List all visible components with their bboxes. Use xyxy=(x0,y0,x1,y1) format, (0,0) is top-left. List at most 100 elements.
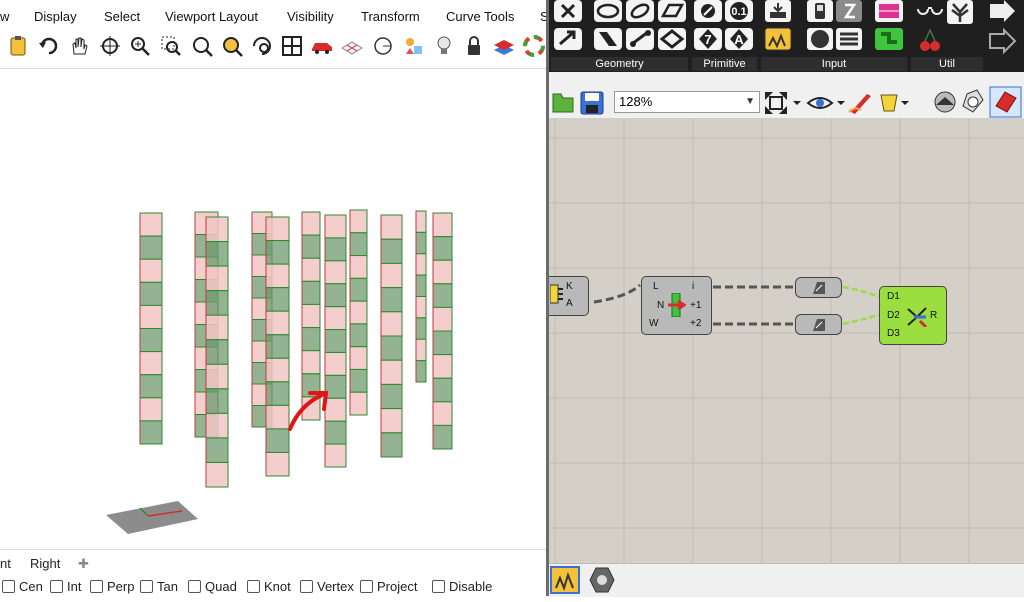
zoom-window-icon[interactable] xyxy=(159,34,183,58)
zoom-selected-icon[interactable] xyxy=(220,34,244,58)
ribbon-group-util[interactable]: Util xyxy=(911,57,983,71)
panel-strip[interactable] xyxy=(301,211,321,421)
panel-strip[interactable] xyxy=(415,210,427,383)
menu-display[interactable]: Display xyxy=(34,9,77,24)
primitive-param-icons[interactable]: 0.1 7 A xyxy=(694,0,753,50)
osnap-checkbox[interactable] xyxy=(90,580,103,593)
osnap-tan[interactable]: Tan xyxy=(140,579,178,594)
panel-strip[interactable] xyxy=(324,214,347,468)
osnap-knot[interactable]: Knot xyxy=(247,579,291,594)
zoom-select[interactable]: 128% ▼ xyxy=(614,91,760,113)
preview-selected-icon[interactable] xyxy=(989,86,1022,118)
component-partial-left[interactable]: K A xyxy=(549,276,589,316)
menu-viewport-layout[interactable]: Viewport Layout xyxy=(165,9,258,24)
osnap-checkbox[interactable] xyxy=(300,580,313,593)
layer-icon[interactable] xyxy=(492,34,516,58)
menu-curve-tools[interactable]: Curve Tools xyxy=(446,9,514,24)
panel-segment xyxy=(139,351,163,376)
gh-canvas[interactable]: K A L N W i +1 +2 D1 D2 D3 R xyxy=(549,119,1024,563)
panel-segment xyxy=(432,259,453,285)
menu-transform[interactable]: Transform xyxy=(361,9,420,24)
undo-icon[interactable] xyxy=(37,34,61,58)
grid-icon[interactable] xyxy=(340,34,364,58)
component-shift-list[interactable]: L N W i +1 +2 xyxy=(641,276,712,335)
menu-visibility[interactable]: Visibility xyxy=(287,9,334,24)
panel-segment xyxy=(265,428,290,453)
osnap-project[interactable]: Project xyxy=(360,579,417,594)
geometry-param-2[interactable] xyxy=(795,314,842,335)
osnap-checkbox[interactable] xyxy=(2,580,15,593)
zoom-icon[interactable] xyxy=(128,34,152,58)
osnap-checkbox[interactable] xyxy=(360,580,373,593)
rotate-view-icon[interactable] xyxy=(98,34,122,58)
osnap-checkbox[interactable] xyxy=(188,580,201,593)
rotate-icon[interactable] xyxy=(250,34,274,58)
panel-segment xyxy=(324,374,347,399)
menu-item[interactable]: w xyxy=(0,9,9,24)
component-merge[interactable]: D1 D2 D3 R xyxy=(879,286,947,345)
add-tab-icon[interactable]: ✚ xyxy=(78,556,89,572)
ribbon-group-input[interactable]: Input xyxy=(761,57,907,71)
color-wheel-icon[interactable] xyxy=(522,34,546,58)
osnap-checkbox[interactable] xyxy=(247,580,260,593)
geometry-param-icons[interactable] xyxy=(554,0,686,50)
util-component-icons[interactable] xyxy=(917,0,1017,55)
panel-segment xyxy=(415,338,427,362)
panel-strip[interactable] xyxy=(205,216,229,488)
tab-right[interactable]: Right xyxy=(30,556,60,571)
geometry-param-1[interactable] xyxy=(795,277,842,298)
gh-bake-icon[interactable] xyxy=(589,567,615,593)
panel-strip[interactable] xyxy=(265,216,290,477)
pan-icon[interactable] xyxy=(67,34,91,58)
circle-icon[interactable] xyxy=(371,34,395,58)
ribbon-group-geometry[interactable]: Geometry xyxy=(551,57,688,71)
osnap-perp[interactable]: Perp xyxy=(90,579,134,594)
osnap-quad[interactable]: Quad xyxy=(188,579,237,594)
osnap-int[interactable]: Int xyxy=(50,579,81,594)
geometry-param-icon xyxy=(813,319,825,331)
zoom-extents-icon[interactable] xyxy=(765,92,801,114)
osnap-cen[interactable]: Cen xyxy=(2,579,43,594)
save-file-icon[interactable] xyxy=(580,91,604,115)
panel-segment xyxy=(380,335,403,361)
panel-segment xyxy=(432,306,453,332)
tab-front[interactable]: nt xyxy=(0,556,11,571)
panel-segment xyxy=(415,317,427,340)
eye-icon[interactable] xyxy=(806,97,845,109)
clipboard-icon[interactable] xyxy=(6,34,30,58)
zoom-extents-icon[interactable] xyxy=(190,34,214,58)
lock-icon[interactable] xyxy=(462,34,486,58)
panel-strip[interactable] xyxy=(139,212,163,445)
panel-segment xyxy=(415,210,427,233)
osnap-vertex[interactable]: Vertex xyxy=(300,579,354,594)
shape-icon[interactable] xyxy=(402,34,426,58)
panel-segment xyxy=(265,240,290,265)
panel-segment xyxy=(139,397,163,422)
ribbon-group-primitive[interactable]: Primitive xyxy=(692,57,757,71)
panel-strip[interactable] xyxy=(349,209,368,416)
open-file-icon[interactable] xyxy=(552,93,574,113)
panel-segment xyxy=(324,329,347,353)
car-icon[interactable] xyxy=(310,34,334,58)
gh-wire-display-icon[interactable] xyxy=(550,566,580,594)
osnap-checkbox[interactable] xyxy=(140,580,153,593)
panel-strip[interactable] xyxy=(380,214,403,458)
four-viewports-icon[interactable] xyxy=(280,34,304,58)
osnap-disable[interactable]: Disable xyxy=(432,579,492,594)
wire-param2-to-d2 xyxy=(842,313,880,326)
geometry-param-icon xyxy=(813,282,825,294)
rhino-viewport[interactable] xyxy=(0,69,546,549)
osnap-checkbox[interactable] xyxy=(432,580,445,593)
panel-strip[interactable] xyxy=(432,212,453,450)
preview-wireframe-icon[interactable] xyxy=(962,89,984,113)
sketch-icon[interactable] xyxy=(848,94,871,114)
bulb-icon[interactable] xyxy=(432,34,456,58)
osnap-checkbox[interactable] xyxy=(50,580,63,593)
gh-bottom-bar xyxy=(549,563,1024,597)
panel-segment xyxy=(349,255,368,279)
preview-shaded-icon[interactable] xyxy=(934,91,956,113)
bucket-icon[interactable] xyxy=(880,94,909,112)
input-component-icons[interactable] xyxy=(764,0,903,51)
menu-select[interactable]: Select xyxy=(104,9,140,24)
canvas-grid-and-wires xyxy=(549,119,1024,563)
